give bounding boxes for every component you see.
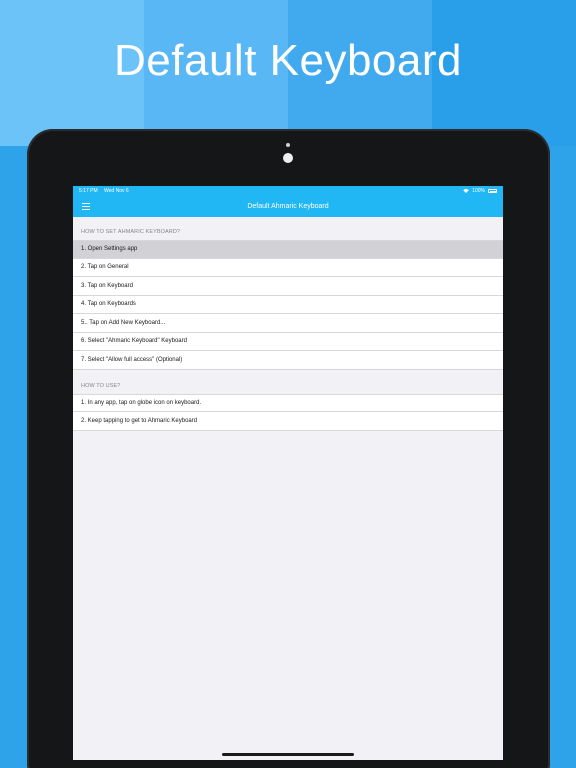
home-indicator: [222, 753, 354, 756]
status-date: Wed Nov 6: [104, 188, 129, 194]
list-item[interactable]: 6. Select "Ahmaric Keyboard" Keyboard: [73, 332, 503, 351]
nav-title: Default Ahmaric Keyboard: [247, 203, 329, 210]
list-item[interactable]: 5.. Tap on Add New Keyboard...: [73, 314, 503, 333]
battery-icon: [488, 189, 497, 193]
setup-steps-list: 1. Open Settings app 2. Tap on General 3…: [73, 240, 503, 370]
list-item[interactable]: 2. Keep tapping to get to Ahmaric Keyboa…: [73, 412, 503, 431]
app-screen: 5:17 PM Wed Nov 6 100% Default Ahmaric K…: [73, 186, 503, 760]
list-item[interactable]: 3. Tap on Keyboard: [73, 277, 503, 296]
status-time: 5:17 PM: [79, 188, 98, 194]
usage-steps-list: 1. In any app, tap on globe icon on keyb…: [73, 393, 503, 431]
front-camera: [283, 153, 293, 163]
wifi-icon: [463, 189, 470, 193]
battery-percent: 100%: [472, 188, 485, 194]
promo-page: Default Keyboard 5:17 PM Wed Nov 6 100%: [0, 0, 576, 768]
list-item[interactable]: 1. In any app, tap on globe icon on keyb…: [73, 393, 503, 412]
sensor-dot: [286, 143, 290, 147]
promo-headline: Default Keyboard: [114, 36, 462, 85]
list-item[interactable]: 7. Select "Allow full access" (Optional): [73, 351, 503, 370]
list-item[interactable]: 2. Tap on General: [73, 258, 503, 277]
list-item[interactable]: 1. Open Settings app: [73, 240, 503, 259]
section-header-setup: HOW TO SET AHMARIC KEYBOARD?: [81, 229, 181, 235]
section-header-usage: HOW TO USE?: [81, 382, 121, 389]
list-item[interactable]: 4. Tap on Keyboards: [73, 295, 503, 314]
status-bar: 5:17 PM Wed Nov 6 100%: [73, 186, 503, 196]
navigation-bar: Default Ahmaric Keyboard: [73, 196, 503, 217]
